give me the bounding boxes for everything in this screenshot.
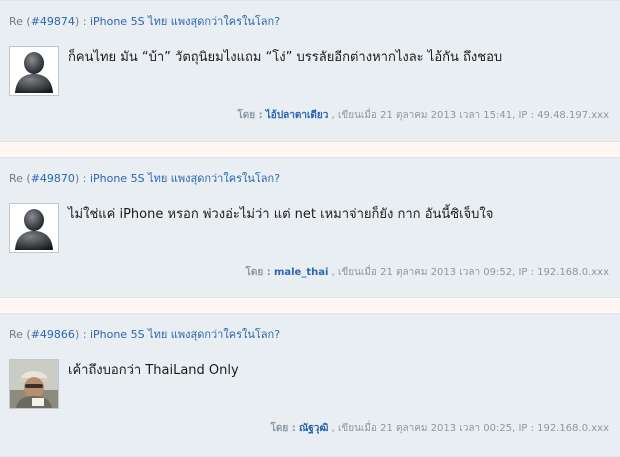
reply-separator: ) : bbox=[74, 15, 90, 28]
default-user-avatar-icon bbox=[15, 209, 53, 250]
user-photo-icon bbox=[10, 360, 58, 408]
avatar bbox=[9, 203, 59, 253]
comment-header: Re (#49870) : iPhone 5S ไทย แพงสุดกว่าใค… bbox=[9, 169, 280, 187]
by-label: โดย : bbox=[270, 423, 296, 434]
comment-card: Re (#49870) : iPhone 5S ไทย แพงสุดกว่าใค… bbox=[0, 157, 620, 298]
comment-meta: โดย : male_thai , เขียนเมื่อ 21 ตุลาคม 2… bbox=[246, 265, 609, 280]
author-link[interactable]: male_thai bbox=[274, 267, 328, 278]
by-label: โดย : bbox=[245, 267, 271, 278]
comment-body: ก็คนไทย มัน “บ้า” วัตถุนิยมไงแถม “โง่” บ… bbox=[68, 50, 503, 65]
comment-body: เค้าถึงบอกว่า ThaiLand Only bbox=[68, 363, 239, 378]
reply-id-link[interactable]: #49874 bbox=[31, 15, 75, 28]
topic-link[interactable]: iPhone 5S ไทย แพงสุดกว่าใครในโลก? bbox=[90, 172, 280, 185]
reply-separator: ) : bbox=[74, 328, 90, 341]
posted-info: , เขียนเมื่อ 21 ตุลาคม 2013 เวลา 00:25, … bbox=[331, 423, 609, 434]
comment-meta: โดย : ณัฐวุฒิ , เขียนเมื่อ 21 ตุลาคม 201… bbox=[271, 421, 609, 436]
reply-separator: ) : bbox=[74, 172, 90, 185]
topic-link[interactable]: iPhone 5S ไทย แพงสุดกว่าใครในโลก? bbox=[90, 15, 280, 28]
author-link[interactable]: ไอ้ปลาตาเดียว bbox=[266, 110, 329, 121]
avatar bbox=[9, 359, 59, 409]
comment-header: Re (#49874) : iPhone 5S ไทย แพงสุดกว่าใค… bbox=[9, 12, 280, 30]
comment-meta: โดย : ไอ้ปลาตาเดียว , เขียนเมื่อ 21 ตุลา… bbox=[237, 108, 609, 123]
comment-card: Re (#49866) : iPhone 5S ไทย แพงสุดกว่าใค… bbox=[0, 313, 620, 457]
topic-link[interactable]: iPhone 5S ไทย แพงสุดกว่าใครในโลก? bbox=[90, 328, 280, 341]
reply-prefix: Re ( bbox=[9, 15, 31, 28]
posted-info: , เขียนเมื่อ 21 ตุลาคม 2013 เวลา 15:41, … bbox=[331, 110, 609, 121]
posted-info: , เขียนเมื่อ 21 ตุลาคม 2013 เวลา 09:52, … bbox=[331, 267, 609, 278]
comment-card: Re (#49874) : iPhone 5S ไทย แพงสุดกว่าใค… bbox=[0, 0, 620, 142]
by-label: โดย : bbox=[237, 110, 263, 121]
reply-id-link[interactable]: #49866 bbox=[31, 328, 75, 341]
reply-prefix: Re ( bbox=[9, 172, 31, 185]
author-link[interactable]: ณัฐวุฒิ bbox=[299, 423, 328, 434]
default-user-avatar-icon bbox=[15, 52, 53, 93]
avatar bbox=[9, 46, 59, 96]
comment-body: ไม่ใช่แค่ iPhone หรอก พ่วงอ่ะไม่ว่า แต่ … bbox=[68, 207, 494, 222]
reply-prefix: Re ( bbox=[9, 328, 31, 341]
comment-header: Re (#49866) : iPhone 5S ไทย แพงสุดกว่าใค… bbox=[9, 325, 280, 343]
reply-id-link[interactable]: #49870 bbox=[31, 172, 75, 185]
